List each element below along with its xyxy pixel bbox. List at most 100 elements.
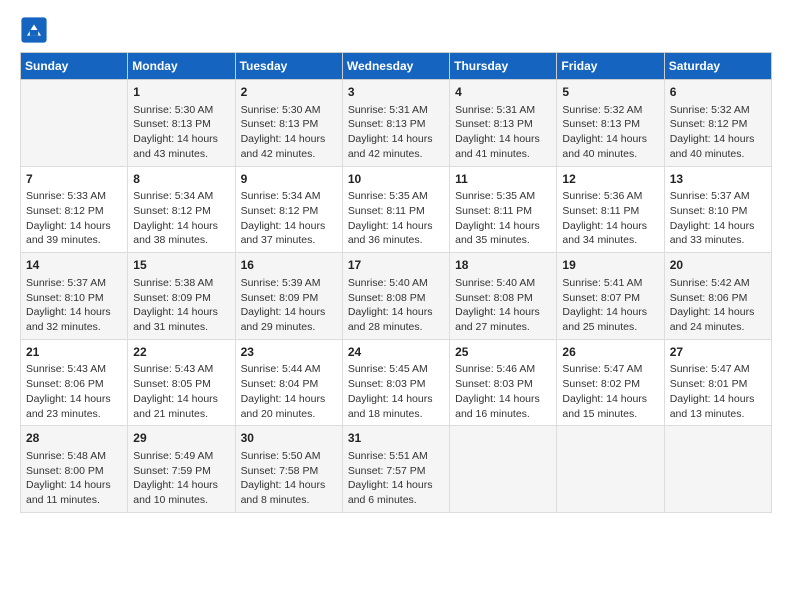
day-info: Sunrise: 5:40 AM Sunset: 8:08 PM Dayligh… <box>455 276 551 335</box>
day-info: Sunrise: 5:48 AM Sunset: 8:00 PM Dayligh… <box>26 449 122 508</box>
day-info: Sunrise: 5:51 AM Sunset: 7:57 PM Dayligh… <box>348 449 444 508</box>
calendar-cell: 18 Sunrise: 5:40 AM Sunset: 8:08 PM Dayli… <box>450 253 557 340</box>
calendar-cell: 6 Sunrise: 5:32 AM Sunset: 8:12 PM Daylig… <box>664 80 771 167</box>
day-number: 13 <box>670 171 766 188</box>
calendar-cell: 20 Sunrise: 5:42 AM Sunset: 8:06 PM Dayli… <box>664 253 771 340</box>
day-info: Sunrise: 5:45 AM Sunset: 8:03 PM Dayligh… <box>348 362 444 421</box>
col-header-sunday: Sunday <box>21 53 128 80</box>
day-info: Sunrise: 5:37 AM Sunset: 8:10 PM Dayligh… <box>670 189 766 248</box>
calendar-cell: 8Sunrise: 5:34 AM Sunset: 8:12 PM Daylig… <box>128 166 235 253</box>
day-info: Sunrise: 5:32 AM Sunset: 8:12 PM Dayligh… <box>670 103 766 162</box>
day-number: 17 <box>348 257 444 274</box>
calendar-cell: 14 Sunrise: 5:37 AM Sunset: 8:10 PM Dayli… <box>21 253 128 340</box>
day-info: Sunrise: 5:30 AM Sunset: 8:13 PM Dayligh… <box>133 103 229 162</box>
day-number: 3 <box>348 84 444 101</box>
day-info: Sunrise: 5:38 AM Sunset: 8:09 PM Dayligh… <box>133 276 229 335</box>
calendar-cell: 31 Sunrise: 5:51 AM Sunset: 7:57 PM Dayli… <box>342 426 449 513</box>
day-number: 1 <box>133 84 229 101</box>
day-number: 6 <box>670 84 766 101</box>
calendar-cell: 17 Sunrise: 5:40 AM Sunset: 8:08 PM Dayli… <box>342 253 449 340</box>
calendar-cell: 2 Sunrise: 5:30 AM Sunset: 8:13 PM Daylig… <box>235 80 342 167</box>
day-info: Sunrise: 5:31 AM Sunset: 8:13 PM Dayligh… <box>348 103 444 162</box>
day-number: 23 <box>241 344 337 361</box>
day-info: Sunrise: 5:33 AM Sunset: 8:12 PM Dayligh… <box>26 189 122 248</box>
logo-icon <box>20 16 48 44</box>
day-number: 7 <box>26 171 122 188</box>
day-info: Sunrise: 5:35 AM Sunset: 8:11 PM Dayligh… <box>455 189 551 248</box>
day-info: Sunrise: 5:32 AM Sunset: 8:13 PM Dayligh… <box>562 103 658 162</box>
day-number: 9 <box>241 171 337 188</box>
day-number: 4 <box>455 84 551 101</box>
day-number: 26 <box>562 344 658 361</box>
day-number: 2 <box>241 84 337 101</box>
day-info: Sunrise: 5:37 AM Sunset: 8:10 PM Dayligh… <box>26 276 122 335</box>
day-number: 27 <box>670 344 766 361</box>
calendar-cell: 1 Sunrise: 5:30 AM Sunset: 8:13 PM Daylig… <box>128 80 235 167</box>
day-number: 25 <box>455 344 551 361</box>
day-info: Sunrise: 5:34 AM Sunset: 8:12 PM Dayligh… <box>133 189 229 248</box>
calendar-cell: 11Sunrise: 5:35 AM Sunset: 8:11 PM Dayli… <box>450 166 557 253</box>
calendar-cell: 16Sunrise: 5:39 AM Sunset: 8:09 PM Dayli… <box>235 253 342 340</box>
calendar-cell: 3 Sunrise: 5:31 AM Sunset: 8:13 PM Daylig… <box>342 80 449 167</box>
day-info: Sunrise: 5:30 AM Sunset: 8:13 PM Dayligh… <box>241 103 337 162</box>
day-number: 29 <box>133 430 229 447</box>
day-info: Sunrise: 5:36 AM Sunset: 8:11 PM Dayligh… <box>562 189 658 248</box>
day-number: 11 <box>455 171 551 188</box>
day-info: Sunrise: 5:35 AM Sunset: 8:11 PM Dayligh… <box>348 189 444 248</box>
calendar-cell: 27Sunrise: 5:47 AM Sunset: 8:01 PM Dayli… <box>664 339 771 426</box>
day-number: 21 <box>26 344 122 361</box>
calendar-row-4: 21Sunrise: 5:43 AM Sunset: 8:06 PM Dayli… <box>21 339 772 426</box>
day-number: 14 <box>26 257 122 274</box>
calendar-cell: 22Sunrise: 5:43 AM Sunset: 8:05 PM Dayli… <box>128 339 235 426</box>
calendar-cell: 7Sunrise: 5:33 AM Sunset: 8:12 PM Daylig… <box>21 166 128 253</box>
day-number: 31 <box>348 430 444 447</box>
calendar-cell: 10Sunrise: 5:35 AM Sunset: 8:11 PM Dayli… <box>342 166 449 253</box>
day-number: 16 <box>241 257 337 274</box>
day-number: 10 <box>348 171 444 188</box>
day-info: Sunrise: 5:47 AM Sunset: 8:02 PM Dayligh… <box>562 362 658 421</box>
day-info: Sunrise: 5:43 AM Sunset: 8:06 PM Dayligh… <box>26 362 122 421</box>
calendar-row-5: 28 Sunrise: 5:48 AM Sunset: 8:00 PM Dayli… <box>21 426 772 513</box>
calendar-row-1: 1 Sunrise: 5:30 AM Sunset: 8:13 PM Daylig… <box>21 80 772 167</box>
calendar-cell: 4 Sunrise: 5:31 AM Sunset: 8:13 PM Daylig… <box>450 80 557 167</box>
calendar-cell: 15 Sunrise: 5:38 AM Sunset: 8:09 PM Dayli… <box>128 253 235 340</box>
calendar-cell: 23Sunrise: 5:44 AM Sunset: 8:04 PM Dayli… <box>235 339 342 426</box>
day-number: 18 <box>455 257 551 274</box>
calendar-header-row: SundayMondayTuesdayWednesdayThursdayFrid… <box>21 53 772 80</box>
day-number: 20 <box>670 257 766 274</box>
col-header-friday: Friday <box>557 53 664 80</box>
day-number: 22 <box>133 344 229 361</box>
calendar-table: SundayMondayTuesdayWednesdayThursdayFrid… <box>20 52 772 513</box>
day-info: Sunrise: 5:31 AM Sunset: 8:13 PM Dayligh… <box>455 103 551 162</box>
day-info: Sunrise: 5:42 AM Sunset: 8:06 PM Dayligh… <box>670 276 766 335</box>
day-number: 30 <box>241 430 337 447</box>
day-info: Sunrise: 5:40 AM Sunset: 8:08 PM Dayligh… <box>348 276 444 335</box>
calendar-cell <box>450 426 557 513</box>
day-info: Sunrise: 5:49 AM Sunset: 7:59 PM Dayligh… <box>133 449 229 508</box>
day-number: 24 <box>348 344 444 361</box>
day-number: 28 <box>26 430 122 447</box>
col-header-monday: Monday <box>128 53 235 80</box>
calendar-cell: 9Sunrise: 5:34 AM Sunset: 8:12 PM Daylig… <box>235 166 342 253</box>
day-info: Sunrise: 5:47 AM Sunset: 8:01 PM Dayligh… <box>670 362 766 421</box>
day-info: Sunrise: 5:44 AM Sunset: 8:04 PM Dayligh… <box>241 362 337 421</box>
col-header-wednesday: Wednesday <box>342 53 449 80</box>
calendar-cell <box>557 426 664 513</box>
col-header-thursday: Thursday <box>450 53 557 80</box>
day-info: Sunrise: 5:50 AM Sunset: 7:58 PM Dayligh… <box>241 449 337 508</box>
day-info: Sunrise: 5:43 AM Sunset: 8:05 PM Dayligh… <box>133 362 229 421</box>
calendar-cell: 24Sunrise: 5:45 AM Sunset: 8:03 PM Dayli… <box>342 339 449 426</box>
day-number: 8 <box>133 171 229 188</box>
calendar-cell <box>21 80 128 167</box>
calendar-cell: 29 Sunrise: 5:49 AM Sunset: 7:59 PM Dayli… <box>128 426 235 513</box>
calendar-row-3: 14 Sunrise: 5:37 AM Sunset: 8:10 PM Dayli… <box>21 253 772 340</box>
calendar-cell: 21Sunrise: 5:43 AM Sunset: 8:06 PM Dayli… <box>21 339 128 426</box>
day-info: Sunrise: 5:34 AM Sunset: 8:12 PM Dayligh… <box>241 189 337 248</box>
page-header <box>20 16 772 44</box>
calendar-cell: 12Sunrise: 5:36 AM Sunset: 8:11 PM Dayli… <box>557 166 664 253</box>
day-number: 5 <box>562 84 658 101</box>
col-header-tuesday: Tuesday <box>235 53 342 80</box>
logo <box>20 16 52 44</box>
calendar-cell: 19Sunrise: 5:41 AM Sunset: 8:07 PM Dayli… <box>557 253 664 340</box>
day-number: 15 <box>133 257 229 274</box>
